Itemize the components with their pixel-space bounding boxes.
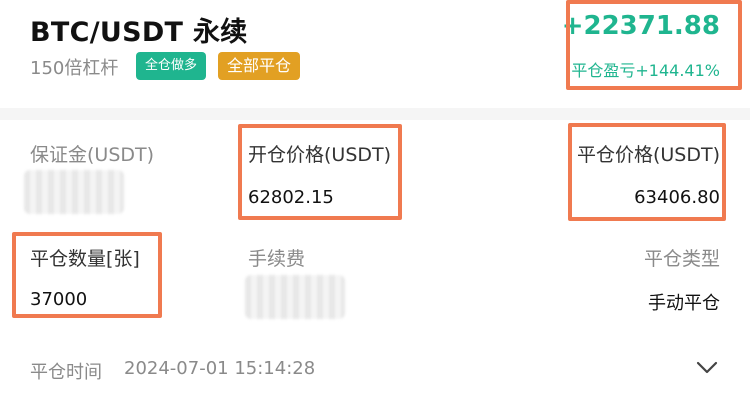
leverage-label: 150倍杠杆	[30, 58, 119, 79]
position-mode-badge: 全仓做多	[136, 52, 207, 80]
margin-label: 保证金(USDT)	[30, 144, 155, 166]
close-type-label: 平仓类型	[643, 248, 720, 270]
margin-redacted-value	[24, 170, 124, 214]
close-all-badge: 全部平仓	[218, 52, 301, 80]
close-time-label: 平仓时间	[30, 362, 102, 383]
open-price-highlight-box	[238, 124, 402, 220]
close-qty-highlight-box	[12, 232, 162, 318]
close-price-highlight-box	[568, 123, 726, 221]
close-time-value: 2024-07-01 15:14:28	[124, 358, 316, 379]
chevron-down-icon-svg	[696, 361, 718, 374]
fee-label: 手续费	[248, 248, 306, 270]
close-type-value: 手动平仓	[648, 293, 720, 314]
pnl-highlight-box	[566, 0, 742, 90]
page-title: BTC/USDT 永续	[30, 17, 248, 48]
section-divider	[0, 108, 750, 120]
chevron-down-icon[interactable]	[696, 360, 718, 374]
fee-redacted-value	[245, 275, 345, 319]
